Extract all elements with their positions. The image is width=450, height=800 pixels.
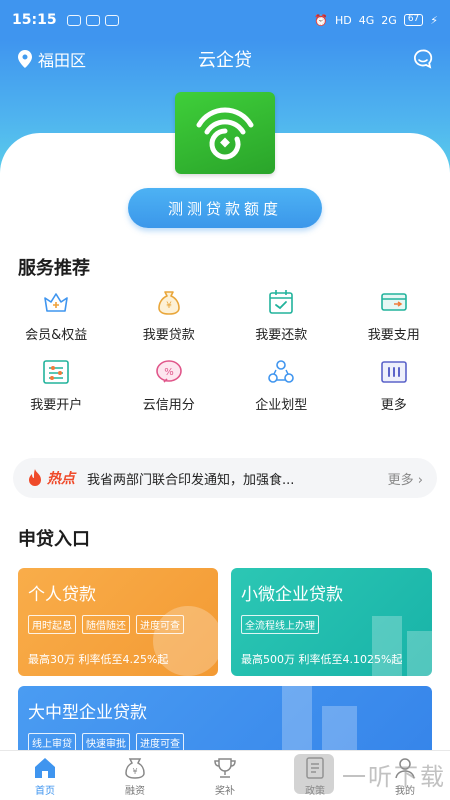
service-enterprise-classification[interactable]: 企业划型 (225, 356, 338, 414)
tab-subsidy[interactable]: 奖补 (180, 751, 270, 800)
loan-tag: 用时起息 (28, 615, 76, 634)
tab-label: 奖补 (215, 786, 235, 797)
svg-text:¥: ¥ (166, 301, 172, 311)
tab-label: 首页 (35, 786, 55, 797)
service-label: 企业划型 (255, 398, 308, 413)
share-icon (268, 360, 295, 383)
card-icon (380, 293, 407, 311)
svg-text:%: % (164, 367, 174, 378)
finance-icon: ¥ (125, 758, 145, 779)
more-label: 更多 (387, 472, 414, 488)
home-icon (35, 758, 55, 778)
large-enterprise-loan-card[interactable]: 大中型企业贷款 线上审贷 快速审批 进度可查 (18, 686, 432, 756)
service-open-account[interactable]: 我要开户 (0, 356, 113, 414)
service-label: 我要贷款 (142, 328, 195, 343)
settings-icon (43, 360, 70, 384)
service-drawdown[interactable]: 我要支用 (338, 286, 450, 344)
flame-icon (29, 469, 41, 486)
news-headline[interactable]: 我省两部门联合印发通知，加强食... (87, 469, 337, 488)
service-repay[interactable]: 我要还款 (225, 286, 338, 344)
wifi-coin-logo-icon (196, 107, 254, 160)
cloud-icon (66, 14, 81, 26)
notification-icons (66, 14, 119, 26)
android-icon (85, 14, 100, 26)
app-logo (175, 92, 275, 174)
service-credit-score[interactable]: % 云信用分 (113, 356, 226, 414)
micro-enterprise-loan-card[interactable]: 小微企业贷款 全流程线上办理 最高500万 利率低至4.1025%起 (231, 568, 432, 676)
hot-tag: 热点 (47, 471, 75, 487)
alarm-icon: ⏰ (314, 13, 328, 27)
decor-building-shape (282, 686, 357, 756)
service-more[interactable]: 更多 (338, 356, 450, 414)
hd-label: HD (335, 13, 352, 27)
service-label: 会员&权益 (25, 328, 88, 343)
check-loan-quota-button[interactable]: 测测贷款额度 (128, 188, 322, 228)
tab-home[interactable]: 首页 (0, 751, 90, 800)
loan-card-info: 最高500万 利率低至4.1025%起 (241, 653, 403, 666)
status-right: ⏰ HD 4G 2G 67 ⚡ (314, 14, 438, 27)
personal-loan-card[interactable]: 个人贷款 用时起息 随借随还 进度可查 最高30万 利率低至4.25%起 (18, 568, 218, 676)
percent-icon: % (155, 360, 182, 383)
chat-icon (413, 49, 433, 69)
app-title: 云企贷 (198, 50, 252, 71)
svg-text:¥: ¥ (132, 767, 137, 776)
service-label: 我要支用 (367, 328, 420, 343)
hot-news-bar[interactable]: 热点 我省两部门联合印发通知，加强食... 更多 › (13, 458, 437, 498)
watermark-logo (294, 754, 334, 794)
service-label: 更多 (380, 398, 407, 413)
service-label: 我要开户 (30, 398, 83, 413)
chevron-right-icon: › (417, 472, 423, 488)
service-loan[interactable]: ¥ 我要贷款 (113, 286, 226, 344)
service-label: 云信用分 (142, 398, 195, 413)
usb-icon (104, 14, 119, 26)
charging-icon: ⚡ (430, 13, 438, 27)
money-bag-icon: ¥ (157, 291, 180, 315)
signal-2g: 2G (381, 13, 397, 27)
watermark-text: 一听下载 (342, 762, 446, 791)
battery-level: 67 (403, 14, 424, 26)
more-icon (380, 361, 407, 383)
loan-tag: 全流程线上办理 (241, 615, 319, 634)
tab-label: 融资 (125, 786, 145, 797)
loan-section-title: 申贷入口 (18, 529, 90, 550)
status-bar: 15:15 ⏰ HD 4G 2G 67 ⚡ (0, 0, 450, 40)
services-section-title: 服务推荐 (18, 258, 90, 279)
services-grid: 会员&权益 ¥ 我要贷款 我要还款 我要支用 我要开户 % 云信用分 企业划型 … (0, 286, 450, 414)
watermark: 一听下载 (294, 754, 446, 794)
tab-finance[interactable]: ¥ 融资 (90, 751, 180, 800)
loan-card-info: 最高30万 利率低至4.25%起 (28, 653, 169, 666)
crown-icon (44, 293, 69, 312)
status-time: 15:15 (12, 12, 57, 28)
service-label: 我要还款 (255, 328, 308, 343)
message-button[interactable] (412, 48, 434, 70)
service-membership[interactable]: 会员&权益 (0, 286, 113, 344)
signal-4g: 4G (358, 13, 375, 27)
news-more-link[interactable]: 更多 › (388, 469, 423, 488)
calendar-icon (269, 290, 294, 314)
trophy-icon (214, 758, 236, 778)
